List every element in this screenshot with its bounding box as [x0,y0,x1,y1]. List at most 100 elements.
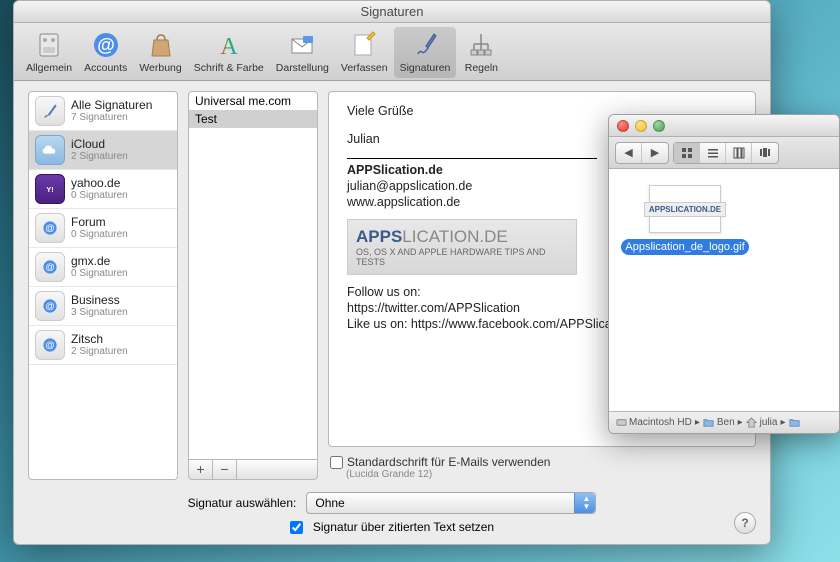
tab-label: Allgemein [26,62,72,74]
folder-icon [703,417,715,429]
tab-signatures[interactable]: Signaturen [394,27,457,78]
close-button[interactable] [617,120,629,132]
tab-label: Regeln [465,62,498,74]
column-view-button[interactable] [726,143,752,163]
account-count: 2 Signaturen [71,346,128,358]
chevron-updown-icon: ▲▼ [582,495,590,511]
tab-fonts[interactable]: A Schrift & Farbe [188,27,270,78]
pen-icon [35,96,65,126]
accounts-list[interactable]: Alle Signaturen 7 Signaturen iCloud 2 Si… [28,91,178,480]
yahoo-icon: Y! [35,174,65,204]
account-item-gmx[interactable]: @ gmx.de 0 Signaturen [29,248,177,287]
at-icon: @ [35,213,65,243]
finder-titlebar[interactable] [609,115,839,137]
path-crumb[interactable]: julia [746,417,778,429]
forward-button[interactable]: ▶ [642,143,668,163]
chevron-right-icon: ▸ [695,417,700,428]
standard-font-label: Standardschrift für E-Mails verwenden [347,455,550,469]
tab-label: Signaturen [400,62,451,74]
zoom-button[interactable] [653,120,665,132]
account-item-icloud[interactable]: iCloud 2 Signaturen [29,131,177,170]
tab-label: Verfassen [341,62,388,74]
finder-window: ◀ ▶ APPSLICATION.DE Appslication_de_logo… [608,114,840,434]
icon-view-button[interactable] [674,143,700,163]
at-icon: @ [35,252,65,282]
back-button[interactable]: ◀ [616,143,642,163]
account-name: gmx.de [71,254,128,268]
bag-icon [145,29,177,61]
tab-composing[interactable]: Verfassen [335,27,394,78]
signatures-column: Universal me.com Test + − [188,91,318,480]
add-remove-buttons: + − [188,460,318,480]
account-name: Business [71,293,128,307]
account-name: Zitsch [71,332,128,346]
tab-label: Schrift & Farbe [194,62,264,74]
minimize-button[interactable] [635,120,647,132]
tab-accounts[interactable]: @ Accounts [78,27,133,78]
account-count: 0 Signaturen [71,268,128,280]
account-count: 3 Signaturen [71,307,128,319]
account-item-all[interactable]: Alle Signaturen 7 Signaturen [29,92,177,131]
path-crumb[interactable]: Macintosh HD [615,417,692,429]
account-name: yahoo.de [71,176,128,190]
tab-rules[interactable]: Regeln [456,27,506,78]
remove-button[interactable]: − [213,460,237,479]
home-icon [746,417,758,429]
finder-pathbar[interactable]: Macintosh HD ▸ Ben ▸ julia ▸ [609,411,839,433]
window-titlebar[interactable]: Signaturen [14,1,770,23]
rules-icon [465,29,497,61]
choose-signature-select[interactable]: Ohne ▲▼ [306,492,596,514]
folder-icon [789,417,801,429]
signatures-list[interactable]: Universal me.com Test [188,91,318,460]
at-icon: @ [35,291,65,321]
tab-werbung[interactable]: Werbung [133,27,187,78]
cloud-icon [35,135,65,165]
view-buttons [673,142,779,164]
svg-text:@: @ [45,340,55,351]
account-item-zitsch[interactable]: @ Zitsch 2 Signaturen [29,326,177,365]
file-thumbnail: APPSLICATION.DE [649,185,721,233]
font-icon: A [213,29,245,61]
preview-options: Standardschrift für E-Mails verwenden (L… [328,455,756,480]
svg-text:@: @ [45,223,55,234]
prefs-toolbar: Allgemein @ Accounts Werbung A Schrift &… [14,23,770,81]
tab-label: Darstellung [276,62,329,74]
finder-content[interactable]: APPSLICATION.DE Appslication_de_logo.gif [609,169,839,411]
account-count: 0 Signaturen [71,190,128,202]
file-name: Appslication_de_logo.gif [621,239,748,255]
footer-controls: Signatur auswählen: Ohne ▲▼ Signatur übe… [28,492,756,534]
help-button[interactable]: ? [734,512,756,534]
signature-item[interactable]: Test [189,110,317,128]
choose-signature-label: Signatur auswählen: [188,496,297,510]
path-crumb[interactable]: Ben [703,417,735,429]
account-name: Alle Signaturen [71,98,152,112]
place-above-checkbox[interactable] [290,521,303,534]
coverflow-view-button[interactable] [752,143,778,163]
account-count: 2 Signaturen [71,151,128,163]
divider [347,158,597,159]
nav-buttons: ◀ ▶ [615,142,669,164]
account-name: Forum [71,215,128,229]
svg-text:Y!: Y! [46,185,53,194]
switch-icon [33,29,65,61]
path-crumb[interactable] [789,417,801,429]
finder-toolbar: ◀ ▶ [609,137,839,169]
font-detail: (Lucida Grande 12) [346,469,756,480]
pencil-icon [348,29,380,61]
account-item-yahoo[interactable]: Y! yahoo.de 0 Signaturen [29,170,177,209]
svg-text:@: @ [45,262,55,273]
account-item-forum[interactable]: @ Forum 0 Signaturen [29,209,177,248]
tab-viewing[interactable]: Darstellung [270,27,335,78]
list-view-button[interactable] [700,143,726,163]
add-button[interactable]: + [189,460,213,479]
svg-text:@: @ [97,35,115,55]
account-name: iCloud [71,137,128,151]
tab-label: Accounts [84,62,127,74]
tab-general[interactable]: Allgemein [20,27,78,78]
signature-item[interactable]: Universal me.com [189,92,317,110]
envelope-icon [286,29,318,61]
window-title: Signaturen [361,4,424,19]
account-item-business[interactable]: @ Business 3 Signaturen [29,287,177,326]
file-item[interactable]: APPSLICATION.DE Appslication_de_logo.gif [625,185,745,255]
standard-font-checkbox[interactable] [330,456,343,469]
